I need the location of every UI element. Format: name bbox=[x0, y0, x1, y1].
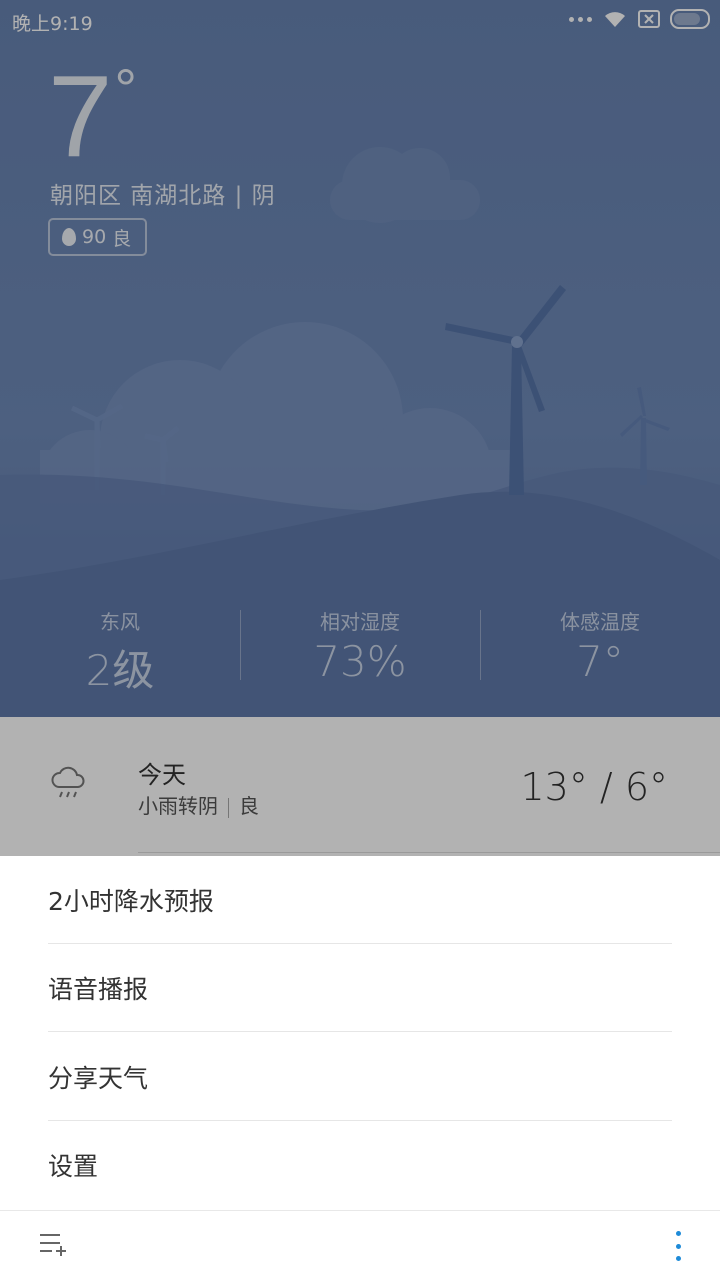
menu-item-label: 语音播报 bbox=[48, 974, 149, 1004]
more-vertical-icon[interactable] bbox=[674, 1231, 682, 1261]
menu-item-settings[interactable]: 设置 bbox=[48, 1121, 672, 1209]
bottom-toolbar bbox=[0, 1210, 720, 1280]
menu-item-label: 设置 bbox=[48, 1152, 99, 1181]
menu-item-precipitation-forecast[interactable]: 2小时降水预报 bbox=[48, 856, 672, 944]
options-menu-sheet: 2小时降水预报 语音播报 分享天气 设置 bbox=[0, 856, 720, 1280]
weather-screen: 晚上9:19 7° 朝阳区 南湖北路 | 阴 90 良 东风 2级 相对湿度 7… bbox=[0, 0, 720, 1280]
menu-item-label: 2小时降水预报 bbox=[48, 886, 214, 916]
menu-item-voice-broadcast[interactable]: 语音播报 bbox=[48, 944, 672, 1032]
menu-item-share-weather[interactable]: 分享天气 bbox=[48, 1033, 672, 1121]
add-city-icon[interactable] bbox=[38, 1231, 68, 1259]
menu-item-label: 分享天气 bbox=[48, 1063, 149, 1093]
